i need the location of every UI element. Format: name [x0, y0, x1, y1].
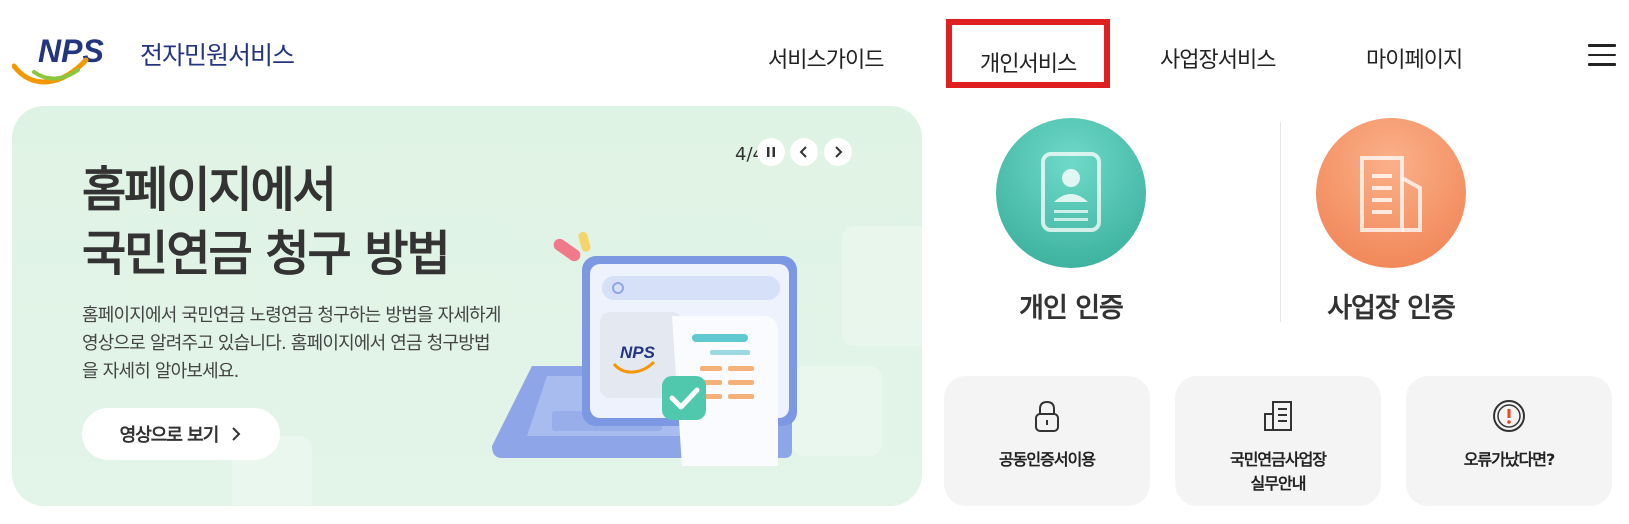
document-building-icon [1264, 401, 1292, 431]
promo-banner: 홈페이지에서 국민연금 청구 방법 홈페이지에서 국민연금 노령연금 청구하는 … [12, 106, 922, 506]
laptop-illustration: NPS [492, 231, 797, 466]
nav-personal-service[interactable]: 개인서비스 [946, 19, 1111, 88]
alert-icon [1493, 400, 1525, 432]
chevron-left-icon [799, 146, 807, 158]
quick-link-label: 오류가났다면? [1463, 450, 1556, 469]
pause-button[interactable] [757, 138, 785, 166]
hamburger-icon[interactable] [1588, 44, 1616, 68]
business-auth-circle [1316, 118, 1466, 268]
nav-mypage[interactable]: 마이페이지 [1366, 42, 1463, 74]
personal-auth-circle [996, 118, 1146, 268]
watch-video-label: 영상으로 보기 [119, 425, 220, 446]
quick-link-label: 국민연금사업장 실무안내 [1229, 450, 1327, 493]
illustration-logo: NPS [620, 343, 656, 362]
banner-description: 홈페이지에서 국민연금 노령연금 청구하는 방법을 자세하게 영상으로 알려주고… [82, 305, 501, 382]
quick-link-error-help[interactable]: 오류가났다면? [1406, 376, 1612, 506]
quick-link-certificate[interactable]: 공동인증서이용 [944, 376, 1150, 506]
nav-service-guide[interactable]: 서비스가이드 [768, 42, 884, 74]
personal-auth-label: 개인 인증 [1019, 293, 1124, 324]
logo-text: 전자민원서비스 [140, 41, 295, 70]
chevron-right-icon [232, 427, 241, 441]
personal-auth-button[interactable]: 개인 인증 [906, 118, 1236, 328]
banner-title-line1: 홈페이지에서 [82, 162, 337, 218]
id-card-icon [1041, 152, 1101, 232]
nav-business-service[interactable]: 사업장서비스 [1160, 42, 1276, 74]
business-auth-label: 사업장 인증 [1327, 293, 1456, 324]
watch-video-button[interactable]: 영상으로 보기 [82, 408, 280, 460]
quick-link-label: 공동인증서이용 [998, 450, 1096, 469]
logo-mark: NPS [38, 33, 104, 69]
prev-slide-button[interactable] [790, 138, 818, 166]
building-icon [1360, 156, 1422, 232]
quick-link-business-guide[interactable]: 국민연금사업장 실무안내 [1175, 376, 1381, 506]
site-logo[interactable]: NPS 전자민원서비스 [12, 30, 302, 88]
banner-title: 홈페이지에서 국민연금 청구 방법 [82, 158, 451, 286]
nps-logo-icon: NPS [12, 33, 104, 85]
pause-icon [767, 147, 775, 157]
next-slide-button[interactable] [824, 138, 852, 166]
lock-icon [1035, 400, 1059, 432]
chevron-right-icon [835, 146, 843, 158]
banner-title-line2: 국민연금 청구 방법 [82, 226, 451, 282]
business-auth-button[interactable]: 사업장 인증 [1226, 118, 1556, 328]
